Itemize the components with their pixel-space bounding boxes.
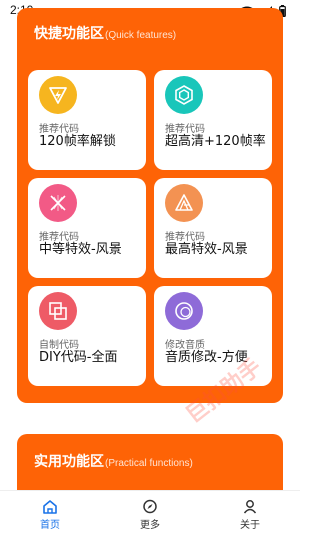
quick-features-card: 快捷功能区(Quick features) 推荐代码 120帧率解锁 推荐代码 … bbox=[17, 8, 283, 403]
hexagon-icon bbox=[165, 76, 203, 114]
tile-uhd-120fps[interactable]: 推荐代码 超高清+120帧率 bbox=[154, 70, 272, 170]
practical-features-title: 实用功能区(Practical functions) bbox=[34, 451, 193, 471]
bottom-nav: 首页 更多 关于 bbox=[0, 490, 300, 534]
nav-label-more: 更多 bbox=[140, 520, 160, 531]
compass-icon bbox=[143, 499, 157, 514]
home-icon bbox=[43, 500, 57, 514]
circle-icon bbox=[165, 292, 203, 330]
tile-title: DIY代码-全面 bbox=[39, 350, 118, 365]
tile-max-effects[interactable]: 推荐代码 最高特效-风景 bbox=[154, 178, 272, 278]
quick-features-title-cn: 快捷功能区 bbox=[34, 26, 104, 42]
nav-item-about[interactable]: 关于 bbox=[200, 491, 300, 534]
tile-title: 最高特效-风景 bbox=[165, 242, 248, 257]
person-icon bbox=[243, 500, 257, 514]
sparkle-icon bbox=[39, 184, 77, 222]
quick-features-title-en: (Quick features) bbox=[105, 30, 177, 41]
tile-medium-effects[interactable]: 推荐代码 中等特效-风景 bbox=[28, 178, 146, 278]
triangle-icon bbox=[165, 184, 203, 222]
nav-label-about: 关于 bbox=[240, 520, 260, 531]
tile-diy-code[interactable]: 自制代码 DIY代码-全面 bbox=[28, 286, 146, 386]
nav-item-more[interactable]: 更多 bbox=[100, 491, 200, 534]
squares-icon bbox=[39, 292, 77, 330]
lightning-icon bbox=[39, 76, 77, 114]
practical-features-title-en: (Practical functions) bbox=[105, 458, 193, 469]
tile-120fps-unlock[interactable]: 推荐代码 120帧率解锁 bbox=[28, 70, 146, 170]
nav-item-home[interactable]: 首页 bbox=[0, 491, 100, 534]
quick-features-title: 快捷功能区(Quick features) bbox=[34, 23, 176, 43]
practical-features-title-cn: 实用功能区 bbox=[34, 454, 104, 470]
tile-title: 120帧率解锁 bbox=[39, 134, 116, 149]
tile-title: 中等特效-风景 bbox=[39, 242, 122, 257]
tile-title: 超高清+120帧率 bbox=[165, 134, 266, 149]
nav-label-home: 首页 bbox=[40, 520, 60, 531]
